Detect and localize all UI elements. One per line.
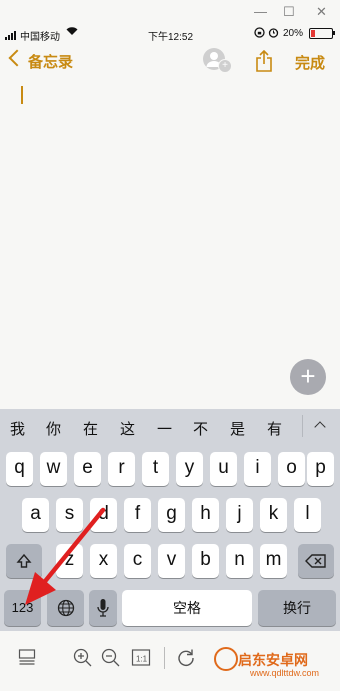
key[interactable]: r — [108, 452, 135, 486]
note-editor[interactable] — [0, 80, 340, 405]
key[interactable]: j — [226, 498, 253, 532]
expand-candidates-icon[interactable] — [314, 421, 326, 433]
divider — [302, 415, 303, 437]
key[interactable]: o — [278, 452, 305, 486]
plus-badge-icon: + — [218, 59, 232, 73]
candidate-word[interactable]: 在 — [83, 418, 98, 439]
key[interactable]: v — [158, 544, 185, 578]
key[interactable]: k — [260, 498, 287, 532]
signal-icon — [5, 29, 17, 40]
status-bar: 中国移动 下午12:52 20% — [0, 26, 340, 43]
add-button[interactable]: + — [290, 359, 326, 395]
status-time: 下午12:52 — [148, 32, 194, 43]
wifi-icon — [66, 26, 78, 39]
microphone-icon — [97, 599, 109, 617]
key[interactable]: i — [244, 452, 271, 486]
candidate-word[interactable]: 这 — [120, 418, 135, 439]
key[interactable]: w — [40, 452, 67, 486]
key[interactable]: x — [90, 544, 117, 578]
toolbar-divider — [164, 647, 165, 669]
battery-percent: 20% — [283, 28, 304, 39]
numbers-key[interactable]: 123 — [4, 590, 41, 626]
candidate-word[interactable]: 有 — [267, 418, 282, 439]
key[interactable]: q — [6, 452, 33, 486]
candidate-word[interactable]: 我 — [10, 418, 25, 439]
dictation-key[interactable] — [89, 590, 117, 626]
candidate-bar: 我 你 在 这 一 不 是 有 — [0, 409, 340, 443]
key[interactable]: n — [226, 544, 253, 578]
zoom-in-icon[interactable] — [73, 648, 93, 673]
space-key[interactable]: 空格 — [122, 590, 252, 626]
zoom-out-icon[interactable] — [101, 648, 121, 673]
key[interactable]: z — [56, 544, 83, 578]
backspace-icon — [305, 554, 326, 568]
close-window-icon[interactable]: ✕ — [316, 4, 327, 20]
candidate-word[interactable]: 是 — [230, 418, 245, 439]
key[interactable]: t — [142, 452, 169, 486]
key[interactable]: h — [192, 498, 219, 532]
watermark-logo-icon — [214, 647, 238, 671]
key[interactable]: g — [158, 498, 185, 532]
carrier-label: 中国移动 — [20, 32, 60, 43]
globe-icon — [57, 599, 74, 617]
key[interactable]: e — [74, 452, 101, 486]
watermark-url: www.qdlttdw.com — [250, 668, 320, 678]
keyboard: 我 你 在 这 一 不 是 有 q w e r t y u i o p a s … — [0, 409, 340, 631]
battery-icon — [309, 28, 335, 39]
share-icon[interactable] — [255, 49, 273, 77]
candidate-word[interactable]: 不 — [193, 418, 208, 439]
key[interactable]: b — [192, 544, 219, 578]
key[interactable]: p — [307, 452, 334, 486]
candidate-word[interactable]: 一 — [157, 418, 172, 439]
shift-icon — [16, 553, 32, 568]
globe-key[interactable] — [47, 590, 84, 626]
chevron-left-icon — [8, 49, 26, 67]
key[interactable]: d — [90, 498, 117, 532]
rotate-icon[interactable] — [176, 648, 196, 673]
done-button[interactable]: 完成 — [295, 52, 325, 73]
key[interactable]: m — [260, 544, 287, 578]
key[interactable]: u — [210, 452, 237, 486]
key[interactable]: a — [22, 498, 49, 532]
key[interactable]: s — [56, 498, 83, 532]
text-cursor — [21, 86, 23, 104]
actual-size-icon[interactable]: 1:1 — [131, 648, 151, 673]
svg-text:1:1: 1:1 — [136, 655, 148, 664]
rotation-lock-icon — [254, 27, 265, 41]
alarm-icon — [268, 27, 279, 41]
key[interactable]: f — [124, 498, 151, 532]
shift-key[interactable] — [6, 544, 42, 578]
keyboard-toggle-icon[interactable] — [18, 648, 36, 671]
key[interactable]: c — [124, 544, 151, 578]
key[interactable]: l — [294, 498, 321, 532]
maximize-icon[interactable]: ☐ — [283, 4, 295, 20]
candidate-word[interactable]: 你 — [46, 418, 61, 439]
back-label: 备忘录 — [28, 54, 74, 71]
nav-bar: 备忘录 + 完成 — [0, 48, 340, 76]
delete-key[interactable] — [298, 544, 334, 578]
minimize-icon[interactable]: — — [254, 4, 267, 19]
watermark-brand: 启东安卓网 — [238, 652, 308, 668]
return-key[interactable]: 换行 — [258, 590, 336, 626]
key[interactable]: y — [176, 452, 203, 486]
